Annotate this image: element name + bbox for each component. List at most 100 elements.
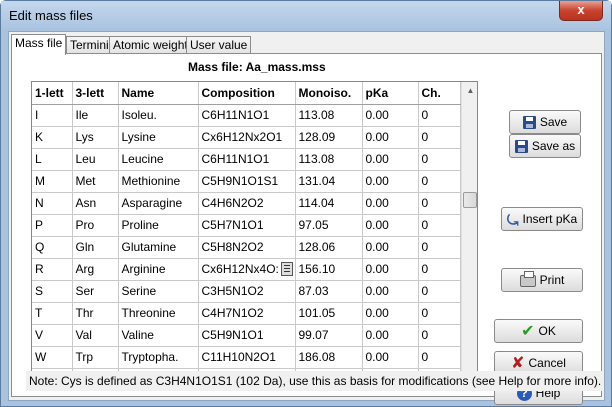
cell-name[interactable]: Glutamine (118, 236, 199, 259)
cell-three-letter[interactable]: Leu (72, 148, 119, 171)
cell-name[interactable]: Tryptopha. (118, 346, 199, 369)
cell-name[interactable]: Threonine (118, 302, 199, 325)
cell-monoiso[interactable]: 101.05 (295, 302, 363, 325)
table-row[interactable]: R Arg Arginine Cx6H12Nx4O: 156.10 0.00 0 (32, 258, 461, 281)
cell-pka[interactable]: 0.00 (362, 192, 419, 215)
cell-charge[interactable]: 0 (418, 324, 461, 347)
cell-name[interactable]: Isoleu. (118, 104, 199, 127)
cell-composition[interactable]: C3H5N1O2 (198, 280, 296, 303)
tab-termini[interactable]: Termini (66, 36, 113, 54)
cell-charge[interactable]: 0 (418, 258, 461, 281)
cell-one-letter[interactable]: L (32, 148, 73, 171)
tab-user-value[interactable]: User value (186, 36, 252, 54)
cell-monoiso[interactable]: 131.04 (295, 170, 363, 193)
cell-monoiso[interactable]: 186.08 (295, 346, 363, 369)
cell-one-letter[interactable]: P (32, 214, 73, 237)
cell-pka[interactable]: 0.00 (362, 236, 419, 259)
cell-one-letter[interactable]: Q (32, 236, 73, 259)
column-header-monoiso[interactable]: Monoiso. (295, 82, 363, 105)
table-row[interactable]: W Trp Tryptopha. C11H10N2O1 186.08 0.00 0 (32, 346, 461, 369)
save-as-button[interactable]: Save as (509, 134, 581, 158)
save-button[interactable]: Save (509, 110, 581, 134)
scroll-thumb[interactable] (463, 192, 477, 208)
cell-composition[interactable]: C4H7N1O2 (198, 302, 296, 325)
column-header-pka[interactable]: pKa (362, 82, 419, 105)
column-header-one-letter[interactable]: 1-lett (32, 82, 73, 105)
table-row[interactable]: L Leu Leucine C6H11N1O1 113.08 0.00 0 (32, 148, 461, 171)
scroll-up-icon[interactable]: ▲ (462, 82, 477, 99)
cell-charge[interactable]: 0 (418, 126, 461, 149)
insert-pka-button[interactable]: ⤿ Insert pKa (501, 207, 583, 231)
cell-name[interactable]: Asparagine (118, 192, 199, 215)
cell-one-letter[interactable]: N (32, 192, 73, 215)
cell-name[interactable]: Valine (118, 324, 199, 347)
cell-monoiso[interactable]: 114.04 (295, 192, 363, 215)
cell-composition[interactable]: C5H8N2O2 (198, 236, 296, 259)
cell-one-letter[interactable]: S (32, 280, 73, 303)
cell-charge[interactable]: 0 (418, 280, 461, 303)
tab-atomic-weights[interactable]: Atomic weights (109, 36, 198, 54)
cell-three-letter[interactable]: Met (72, 170, 119, 193)
cell-pka[interactable]: 0.00 (362, 126, 419, 149)
column-header-name[interactable]: Name (118, 82, 199, 105)
cell-name[interactable]: Methionine (118, 170, 199, 193)
cell-pka[interactable]: 0.00 (362, 258, 419, 281)
cell-monoiso[interactable]: 99.07 (295, 324, 363, 347)
table-row[interactable]: P Pro Proline C5H7N1O1 97.05 0.00 0 (32, 214, 461, 237)
cell-pka[interactable]: 0.00 (362, 148, 419, 171)
cell-monoiso[interactable]: 128.09 (295, 126, 363, 149)
cell-monoiso[interactable]: 113.08 (295, 104, 363, 127)
table-row[interactable]: S Ser Serine C3H5N1O2 87.03 0.00 0 (32, 280, 461, 303)
cell-name[interactable]: Arginine (118, 258, 199, 281)
calculator-icon[interactable] (280, 262, 293, 277)
title-bar[interactable]: Edit mass files x (1, 1, 611, 31)
vertical-scrollbar[interactable]: ▲ ▼ (461, 82, 477, 386)
table-row[interactable]: V Val Valine C5H9N1O1 99.07 0.00 0 (32, 324, 461, 347)
cell-three-letter[interactable]: Arg (72, 258, 119, 281)
cell-one-letter[interactable]: W (32, 346, 73, 369)
cell-pka[interactable]: 0.00 (362, 346, 419, 369)
table-row[interactable]: N Asn Asparagine C4H6N2O2 114.04 0.00 0 (32, 192, 461, 215)
cell-monoiso[interactable]: 113.08 (295, 148, 363, 171)
cell-charge[interactable]: 0 (418, 192, 461, 215)
cell-name[interactable]: Proline (118, 214, 199, 237)
cell-three-letter[interactable]: Gln (72, 236, 119, 259)
cell-charge[interactable]: 0 (418, 170, 461, 193)
cell-charge[interactable]: 0 (418, 346, 461, 369)
cell-three-letter[interactable]: Thr (72, 302, 119, 325)
cell-composition[interactable]: C6H11N1O1 (198, 104, 296, 127)
cell-three-letter[interactable]: Trp (72, 346, 119, 369)
cell-three-letter[interactable]: Val (72, 324, 119, 347)
cell-pka[interactable]: 0.00 (362, 104, 419, 127)
cell-monoiso[interactable]: 156.10 (295, 258, 363, 281)
cell-charge[interactable]: 0 (418, 236, 461, 259)
cell-three-letter[interactable]: Ile (72, 104, 119, 127)
cell-composition[interactable]: C5H9N1O1S1 (198, 170, 296, 193)
cell-three-letter[interactable]: Lys (72, 126, 119, 149)
cell-pka[interactable]: 0.00 (362, 170, 419, 193)
cell-composition[interactable]: C6H11N1O1 (198, 148, 296, 171)
cell-pka[interactable]: 0.00 (362, 302, 419, 325)
cell-name[interactable]: Serine (118, 280, 199, 303)
cell-composition[interactable]: Cx6H12Nx2O1 (198, 126, 296, 149)
cell-one-letter[interactable]: M (32, 170, 73, 193)
cell-monoiso[interactable]: 97.05 (295, 214, 363, 237)
cell-composition[interactable]: C5H7N1O1 (198, 214, 296, 237)
cell-one-letter[interactable]: T (32, 302, 73, 325)
table-row[interactable]: T Thr Threonine C4H7N1O2 101.05 0.00 0 (32, 302, 461, 325)
cell-three-letter[interactable]: Asn (72, 192, 119, 215)
cell-composition[interactable]: C5H9N1O1 (198, 324, 296, 347)
cell-pka[interactable]: 0.00 (362, 324, 419, 347)
table-row[interactable]: Q Gln Glutamine C5H8N2O2 128.06 0.00 0 (32, 236, 461, 259)
column-header-charge[interactable]: Ch. (418, 82, 461, 105)
tab-mass-file[interactable]: Mass file (11, 34, 67, 55)
table-row[interactable]: I Ile Isoleu. C6H11N1O1 113.08 0.00 0 (32, 104, 461, 127)
mass-table[interactable]: 1-lett 3-lett Name Composition Monoiso. pKa Ch… (31, 81, 478, 387)
cell-one-letter[interactable]: V (32, 324, 73, 347)
cell-charge[interactable]: 0 (418, 302, 461, 325)
close-button[interactable]: x (559, 1, 603, 21)
cell-one-letter[interactable]: R (32, 258, 73, 281)
cell-charge[interactable]: 0 (418, 214, 461, 237)
cell-monoiso[interactable]: 128.06 (295, 236, 363, 259)
cell-pka[interactable]: 0.00 (362, 214, 419, 237)
